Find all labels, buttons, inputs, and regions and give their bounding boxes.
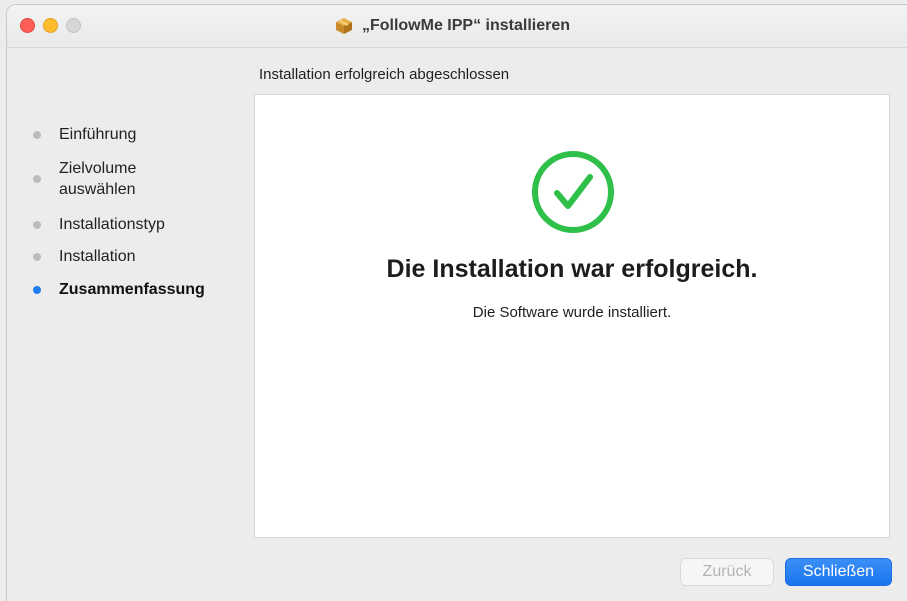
step-indicator-dot: [33, 252, 41, 261]
step-intro: Einführung: [33, 124, 136, 145]
step-installation-type: Installationstyp: [33, 214, 165, 235]
step-label: Installation: [59, 248, 136, 265]
step-indicator-dot: [33, 220, 41, 229]
step-indicator-dot: [33, 130, 41, 139]
back-button[interactable]: Zurück: [680, 558, 774, 586]
window-title: „FollowMe IPP“ installieren: [361, 17, 571, 34]
success-subtitle: Die Software wurde installiert.: [472, 304, 672, 321]
step-label: Installationstyp: [59, 216, 165, 233]
step-label: Einführung: [59, 126, 137, 143]
step-destination: Zielvolume auswählen: [33, 158, 153, 200]
step-indicator-dot: [33, 175, 41, 183]
step-label-active: Zusammenfassung: [59, 281, 205, 298]
step-label: Zielvolume auswählen: [59, 160, 137, 198]
installer-window: „FollowMe IPP“ installieren Installation…: [6, 4, 907, 601]
step-indicator-dot-active: [33, 285, 41, 294]
content-panel: Die Installation war erfolgreich. Die So…: [254, 94, 890, 538]
step-summary: Zusammenfassung: [33, 279, 205, 300]
close-button[interactable]: Schließen: [785, 558, 892, 586]
package-icon: [335, 18, 352, 34]
success-title: Die Installation war erfolgreich.: [386, 255, 758, 283]
window-title-group: „FollowMe IPP“ installieren: [7, 5, 907, 47]
step-installation: Installation: [33, 246, 136, 267]
checkmark-circle-icon: [532, 151, 614, 233]
title-bar[interactable]: „FollowMe IPP“ installieren: [7, 5, 907, 48]
step-heading: Installation erfolgreich abgeschlossen: [259, 66, 510, 83]
